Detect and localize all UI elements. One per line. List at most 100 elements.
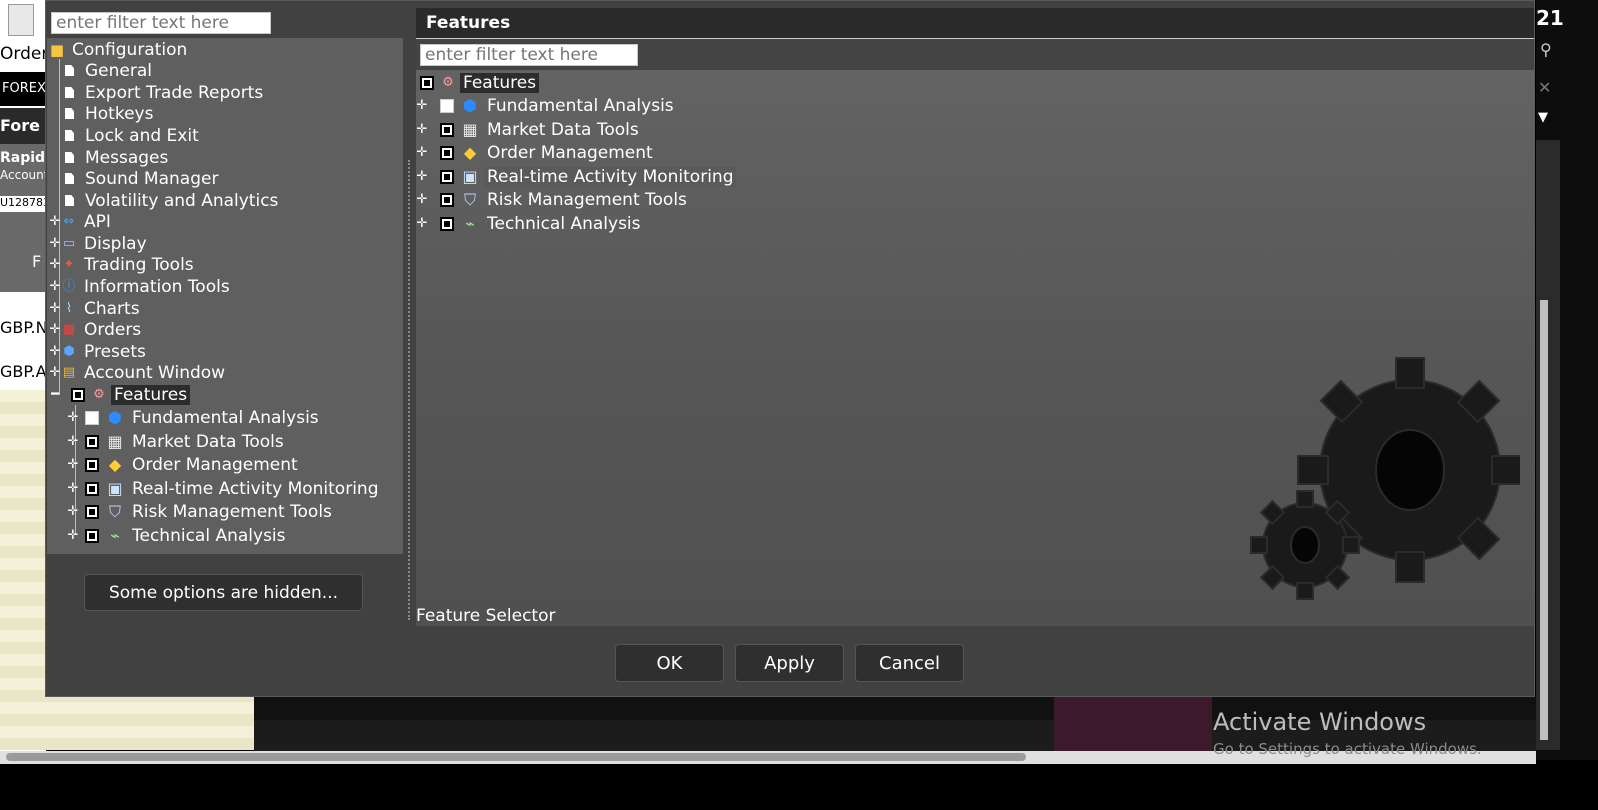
ok-button[interactable]: OK — [615, 644, 724, 682]
feature-fundamental-analysis[interactable]: ✛ ⬢ Fundamental Analysis — [67, 407, 322, 428]
tree-group-label: Charts — [84, 298, 140, 319]
expand-icon[interactable]: ✛ — [49, 236, 61, 251]
features-gear-icon: ⚙ — [93, 386, 105, 402]
feature-checkbox[interactable] — [85, 481, 99, 496]
horizontal-scrollbar-thumb[interactable] — [6, 753, 1026, 761]
feature-checkbox[interactable] — [440, 145, 454, 160]
filter-icon[interactable]: ▼ — [1538, 110, 1548, 125]
some-options-hidden-button[interactable]: Some options are hidden... — [84, 574, 363, 611]
expand-icon[interactable]: ✛ — [49, 322, 61, 337]
tree-item-hotkeys[interactable]: Hotkeys — [61, 103, 156, 124]
right-feature-fundamental-analysis[interactable]: ✛ ⬢ Fundamental Analysis — [416, 95, 677, 116]
tree-item-export-trade-reports[interactable]: Export Trade Reports — [61, 82, 266, 103]
right-filter-bar — [416, 39, 1534, 70]
expand-icon[interactable]: ✛ — [416, 192, 428, 207]
feature-checkbox[interactable] — [85, 410, 99, 425]
expand-icon[interactable]: ✛ — [49, 257, 61, 272]
tree-group-account-window[interactable]: ✛ ▤ Account Window — [49, 362, 228, 383]
expand-icon[interactable]: ✛ — [416, 216, 428, 231]
feature-checkbox[interactable] — [440, 192, 454, 207]
tree-group-information-tools[interactable]: ✛ ⓘ Information Tools — [49, 276, 233, 297]
tree-item-general[interactable]: General — [61, 60, 155, 81]
feature-checkbox[interactable] — [85, 457, 99, 472]
tree-group-features[interactable]: ━ ⚙ Features — [49, 384, 191, 405]
left-filter-input[interactable] — [51, 12, 271, 34]
feature-checkbox[interactable] — [440, 98, 454, 113]
risk-management-icon: ⛉ — [463, 189, 476, 209]
tree-group-label: Presets — [84, 341, 146, 362]
cancel-button[interactable]: Cancel — [855, 644, 964, 682]
collapse-icon[interactable]: ━ — [49, 387, 61, 402]
account-id[interactable]: U128783 — [0, 196, 46, 212]
features-checkbox[interactable] — [71, 387, 85, 402]
expand-icon[interactable]: ✛ — [67, 434, 79, 449]
feature-order-management[interactable]: ✛ ◆ Order Management — [67, 454, 301, 475]
right-feature-order-management[interactable]: ✛ ◆ Order Management — [416, 142, 656, 163]
feature-label: Fundamental Analysis — [487, 95, 674, 116]
feature-checkbox[interactable] — [440, 122, 454, 137]
tree-root-configuration[interactable]: ■ Configuration — [49, 39, 190, 60]
tree-group-label: Features — [111, 384, 191, 405]
expand-icon[interactable]: ✛ — [67, 457, 79, 472]
tree-group-display[interactable]: ✛ ▭ Display — [49, 233, 150, 254]
row-gbp-a[interactable]: GBP.A — [0, 362, 46, 381]
expand-icon[interactable]: ✛ — [49, 301, 61, 316]
feature-checkbox[interactable] — [85, 434, 99, 449]
technical-analysis-icon: ⌁ — [465, 213, 475, 233]
monitoring-icon: ▣ — [107, 478, 123, 498]
right-feature-risk-management-tools[interactable]: ✛ ⛉ Risk Management Tools — [416, 189, 690, 210]
tree-group-orders[interactable]: ✛ ▦ Orders — [49, 319, 144, 340]
vertical-scrollbar[interactable] — [1540, 300, 1548, 740]
close-icon[interactable]: ✕ — [1538, 78, 1551, 97]
feature-market-data-tools[interactable]: ✛ ▦ Market Data Tools — [67, 431, 287, 452]
technical-analysis-icon: ⌁ — [110, 525, 120, 545]
tree-item-volatility-and-analytics[interactable]: Volatility and Analytics — [61, 190, 281, 211]
expand-icon[interactable]: ✛ — [67, 410, 79, 425]
right-tree-root-features[interactable]: ⚙ Features — [420, 72, 540, 93]
expand-icon[interactable]: ✛ — [67, 528, 79, 543]
expand-icon[interactable]: ✛ — [49, 279, 61, 294]
row-gbp-n[interactable]: GBP.N — [0, 318, 46, 337]
right-feature-real-time-activity-monitoring[interactable]: ✛ ▣ Real-time Activity Monitoring — [416, 166, 737, 187]
feature-risk-management-tools[interactable]: ✛ ⛉ Risk Management Tools — [67, 501, 335, 522]
link-icon[interactable]: ⚲ — [1540, 40, 1552, 59]
expand-icon[interactable]: ✛ — [416, 98, 428, 113]
new-order-icon[interactable] — [8, 4, 34, 36]
expand-icon[interactable]: ✛ — [416, 169, 428, 184]
apply-button[interactable]: Apply — [735, 644, 844, 682]
forex-tab[interactable]: FOREX — [2, 81, 46, 96]
expand-icon[interactable]: ✛ — [49, 365, 61, 380]
f-label: F — [32, 252, 42, 271]
expand-icon[interactable]: ✛ — [67, 504, 79, 519]
feature-checkbox[interactable] — [85, 504, 99, 519]
fore-label: Fore — [0, 116, 41, 135]
tree-item-lock-and-exit[interactable]: Lock and Exit — [61, 125, 202, 146]
trading-tools-icon: ✦ — [63, 256, 75, 272]
tree-group-label: Information Tools — [84, 276, 230, 297]
tree-item-messages[interactable]: Messages — [61, 147, 171, 168]
feature-checkbox[interactable] — [85, 528, 99, 543]
feature-label: Market Data Tools — [487, 119, 639, 140]
info-icon: ⓘ — [62, 278, 76, 294]
feature-technical-analysis[interactable]: ✛ ⌁ Technical Analysis — [67, 525, 289, 546]
activate-windows-title: Activate Windows — [1213, 708, 1427, 736]
pane-splitter[interactable] — [408, 160, 412, 620]
right-feature-technical-analysis[interactable]: ✛ ⌁ Technical Analysis — [416, 213, 644, 234]
expand-icon[interactable]: ✛ — [49, 214, 61, 229]
tree-group-api[interactable]: ✛ ⇔ API — [49, 211, 114, 232]
tree-group-presets[interactable]: ✛ ⬢ Presets — [49, 341, 149, 362]
expand-icon[interactable]: ✛ — [416, 145, 428, 160]
expand-icon[interactable]: ✛ — [416, 122, 428, 137]
feature-checkbox[interactable] — [440, 216, 454, 231]
tree-item-sound-manager[interactable]: Sound Manager — [61, 168, 221, 189]
right-filter-input[interactable] — [420, 44, 638, 66]
expand-icon[interactable]: ✛ — [67, 481, 79, 496]
feature-real-time-activity-monitoring[interactable]: ✛ ▣ Real-time Activity Monitoring — [67, 478, 381, 499]
tree-group-trading-tools[interactable]: ✛ ✦ Trading Tools — [49, 254, 197, 275]
right-feature-market-data-tools[interactable]: ✛ ▦ Market Data Tools — [416, 119, 642, 140]
feature-checkbox[interactable] — [440, 169, 454, 184]
expand-icon[interactable]: ✛ — [49, 344, 61, 359]
tree-group-charts[interactable]: ✛ ⌇ Charts — [49, 298, 143, 319]
features-checkbox[interactable] — [420, 75, 434, 90]
document-icon — [65, 65, 74, 76]
